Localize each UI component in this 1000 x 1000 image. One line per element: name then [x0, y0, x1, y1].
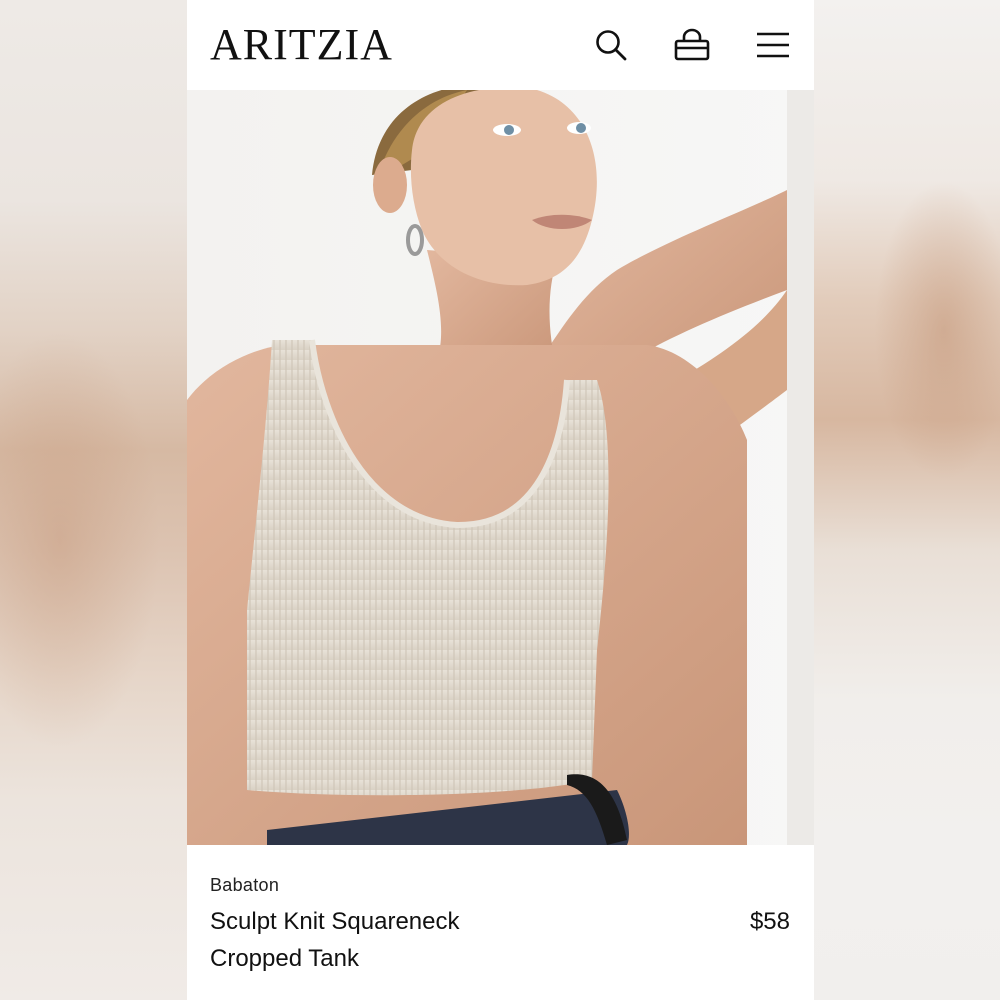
- product-info: Babaton Sculpt Knit Squareneck Cropped T…: [187, 845, 814, 1000]
- search-icon[interactable]: [591, 25, 631, 65]
- brand-logo[interactable]: ARITZIA: [210, 20, 393, 70]
- shopping-bag-icon[interactable]: [672, 25, 712, 65]
- mobile-page: ARITZIA Babaton Sculpt Knit Squareneck C…: [187, 0, 814, 1000]
- blurred-backdrop-left: [0, 0, 187, 1000]
- product-price: $58: [749, 908, 790, 935]
- blurred-backdrop-right: [814, 0, 1000, 1000]
- screenshot-stage: ARITZIA Babaton Sculpt Knit Squareneck C…: [0, 0, 1000, 1000]
- product-brand[interactable]: Babaton: [210, 875, 279, 896]
- menu-icon[interactable]: [753, 25, 793, 65]
- site-header: ARITZIA: [187, 0, 814, 90]
- product-name[interactable]: Sculpt Knit Squareneck Cropped Tank: [210, 903, 540, 977]
- product-image[interactable]: [187, 90, 814, 845]
